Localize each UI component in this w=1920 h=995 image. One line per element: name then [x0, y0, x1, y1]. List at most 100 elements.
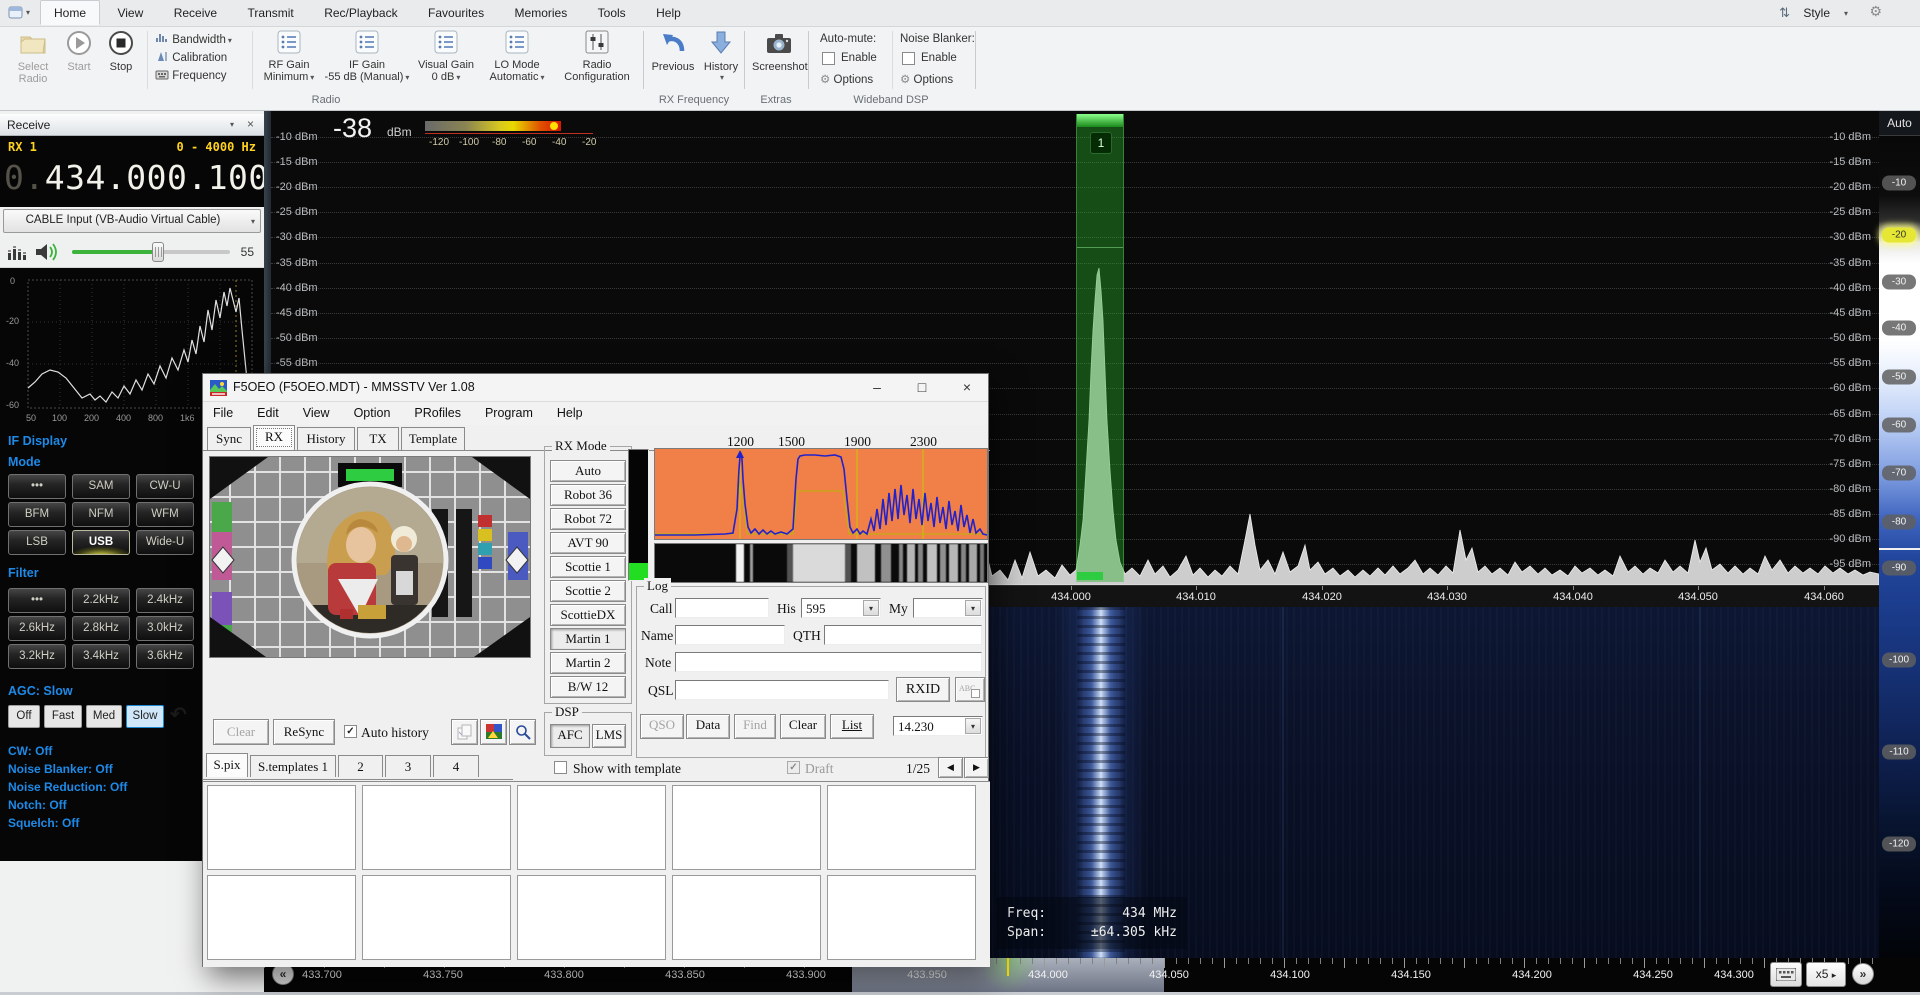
noise-blanker-enable-checkbox[interactable]	[902, 52, 915, 65]
zoom-level-button[interactable]: x5 ▸	[1806, 962, 1846, 987]
stop-button[interactable]: Stop	[102, 30, 140, 92]
scale-chip-active[interactable]: -20	[1882, 228, 1916, 243]
screenshot-button[interactable]: Screenshot	[752, 30, 806, 92]
status-cw[interactable]: CW: Off	[8, 744, 52, 758]
menu-view[interactable]: View	[293, 402, 340, 420]
tab-3[interactable]: 3	[385, 755, 431, 777]
stock-picture-slot[interactable]	[517, 875, 666, 960]
rx-mode-martin2[interactable]: Martin 2	[550, 652, 626, 674]
visual-gain-button[interactable]: Visual Gain 0 dB▾	[414, 30, 478, 92]
previous-frequency-button[interactable]: Previous	[650, 30, 696, 92]
level-scale-strip[interactable]: Auto -10 -20 -30 -40 -50 -60 -70 -80 -90…	[1879, 111, 1920, 958]
quick-access-dropdown-icon[interactable]: ▾	[26, 8, 30, 17]
auto-scale-button[interactable]: Auto	[1879, 111, 1920, 136]
panel-collapse-icon[interactable]: ▾	[230, 120, 234, 129]
history-button[interactable]: History ▾	[700, 30, 742, 92]
scale-chip[interactable]: -50	[1882, 370, 1916, 385]
data-button[interactable]: Data	[686, 714, 730, 739]
tab-memories[interactable]: Memories	[502, 1, 581, 24]
agc-slow-button[interactable]: Slow	[126, 705, 164, 728]
agc-off-button[interactable]: Off	[8, 705, 40, 728]
panel-close-icon[interactable]: ×	[247, 117, 254, 131]
status-noise-reduction[interactable]: Noise Reduction: Off	[8, 780, 127, 794]
scale-chip[interactable]: -40	[1882, 321, 1916, 336]
note-input[interactable]	[675, 652, 982, 672]
mmsstv-title-bar[interactable]: F5OEO (F5OEO.MDT) - MMSSTV Ver 1.08 – □ …	[203, 374, 988, 402]
tab-2[interactable]: 2	[338, 755, 383, 777]
status-squelch[interactable]: Squelch: Off	[8, 816, 79, 830]
chevron-down-icon[interactable]: ▾	[965, 718, 981, 734]
mode-button-usb[interactable]: USB	[72, 530, 130, 555]
stock-picture-slot[interactable]	[362, 875, 511, 960]
filter-button-32[interactable]: 3.2kHz	[8, 644, 66, 669]
stock-picture-slot[interactable]	[362, 785, 511, 870]
scale-chip[interactable]: -90	[1882, 561, 1916, 576]
rx-mode-martin1[interactable]: Martin 1	[550, 628, 626, 650]
mode-button-wideu[interactable]: Wide-U	[136, 530, 194, 555]
chevron-down-icon[interactable]: ▾	[863, 600, 879, 616]
filter-button-26[interactable]: 2.6kHz	[8, 616, 66, 641]
stock-picture-slot[interactable]	[207, 875, 356, 960]
filter-button-30[interactable]: 3.0kHz	[136, 616, 194, 641]
rxid-button[interactable]: RXID	[896, 677, 950, 702]
calibration-button[interactable]: Calibration	[155, 51, 227, 64]
menu-help[interactable]: Help	[547, 402, 593, 420]
minimize-button[interactable]: –	[856, 374, 898, 402]
scale-chip[interactable]: -60	[1882, 418, 1916, 433]
rx-mode-robot36[interactable]: Robot 36	[550, 484, 626, 506]
call-input[interactable]	[675, 598, 769, 618]
select-radio-button[interactable]: Select Radio	[10, 30, 56, 92]
scroll-right-button[interactable]: »	[1852, 963, 1874, 985]
filter-button-36[interactable]: 3.6kHz	[136, 644, 194, 669]
menu-file[interactable]: File	[203, 402, 243, 420]
tab-view[interactable]: View	[104, 1, 156, 24]
lo-mode-button[interactable]: LO Mode Automatic▾	[484, 30, 550, 92]
scale-chip[interactable]: -70	[1882, 466, 1916, 481]
abc-button[interactable]: ABC	[955, 677, 985, 702]
equalizer-icon[interactable]	[7, 243, 27, 261]
radio-configuration-button[interactable]: Radio Configuration	[556, 30, 638, 92]
rx-mode-robot72[interactable]: Robot 72	[550, 508, 626, 530]
list-button[interactable]: List	[830, 714, 874, 739]
find-button[interactable]: Find	[734, 714, 776, 739]
frequency-display[interactable]: 0.434.000.100	[4, 158, 269, 197]
tab-rec-playback[interactable]: Rec/Playback	[311, 1, 410, 24]
mode-button-more[interactable]: •••	[8, 474, 66, 499]
rx-mode-scottiedx[interactable]: ScottieDX	[550, 604, 626, 626]
auto-history-checkbox[interactable]: ✓	[344, 725, 357, 738]
agc-fast-button[interactable]: Fast	[44, 705, 82, 728]
rx-mode-avt90[interactable]: AVT 90	[550, 532, 626, 554]
afc-button[interactable]: AFC	[550, 724, 590, 748]
my-select[interactable]: ▾	[913, 598, 983, 618]
rx-mode-bw12[interactable]: B/W 12	[550, 676, 626, 698]
sstv-audio-spectrum[interactable]	[654, 448, 988, 540]
audio-device-select[interactable]: CABLE Input (VB-Audio Virtual Cable) ▾	[3, 209, 261, 233]
keyboard-entry-button[interactable]	[1770, 962, 1802, 987]
mmsstv-tab-template[interactable]: Template	[401, 427, 465, 450]
volume-slider-thumb[interactable]	[152, 242, 164, 262]
tab-spix[interactable]: S.pix	[206, 753, 248, 777]
speaker-icon[interactable]	[34, 242, 60, 262]
scale-chip[interactable]: -30	[1882, 275, 1916, 290]
qso-button[interactable]: QSO	[640, 714, 684, 739]
agc-med-button[interactable]: Med	[86, 705, 122, 728]
page-prev-button[interactable]: ◀	[938, 757, 963, 778]
tab-home[interactable]: Home	[40, 0, 100, 25]
bandwidth-button[interactable]: Bandwidth▾	[155, 33, 232, 46]
rx-mode-auto[interactable]: Auto	[550, 460, 626, 482]
his-select[interactable]: 595▾	[801, 598, 881, 618]
agc-undo-icon[interactable]: ↶	[170, 702, 187, 727]
auto-mute-options-button[interactable]: ⚙ Options	[820, 72, 873, 86]
close-button[interactable]: ×	[946, 374, 988, 402]
scale-chip[interactable]: -80	[1882, 515, 1916, 530]
style-updown-icon[interactable]: ⇅	[1779, 5, 1790, 21]
filter-button-more[interactable]: •••	[8, 588, 66, 613]
stock-picture-slot[interactable]	[517, 785, 666, 870]
chevron-down-icon[interactable]: ▾	[965, 600, 981, 616]
stock-picture-slot[interactable]	[827, 875, 976, 960]
maximize-button[interactable]: □	[901, 374, 943, 402]
show-with-template-checkbox[interactable]	[554, 761, 567, 774]
tab-4[interactable]: 4	[433, 755, 479, 777]
quick-access-icon[interactable]	[8, 5, 28, 25]
filter-button-28[interactable]: 2.8kHz	[72, 616, 130, 641]
